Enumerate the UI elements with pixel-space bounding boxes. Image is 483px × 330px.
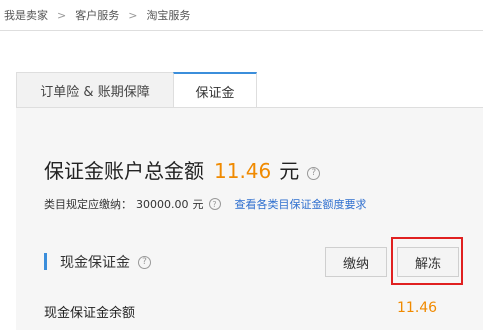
total-amount-unit: 元 — [279, 159, 300, 183]
question-circle-icon[interactable]: ? — [138, 255, 151, 269]
thaw-button[interactable]: 解冻 — [397, 247, 459, 277]
pay-button[interactable]: 缴纳 — [325, 247, 387, 277]
tab-order-insurance[interactable]: 订单险 & 账期保障 — [16, 72, 174, 108]
cash-deposit-section-title: 现金保证金 ? — [60, 252, 151, 272]
tab-bar: 订单险 & 账期保障 保证金 — [16, 72, 483, 109]
breadcrumb-separator: > — [128, 8, 138, 22]
category-requirement-link[interactable]: 查看各类目保证金额度要求 — [235, 196, 367, 212]
cash-balance-label: 现金保证金余额 — [44, 306, 136, 321]
breadcrumb-item-customer-service[interactable]: 客户服务 — [75, 7, 119, 23]
breadcrumb-item-taobao-service[interactable]: 淘宝服务 — [146, 7, 190, 23]
question-circle-icon[interactable]: ? — [208, 198, 221, 210]
question-circle-icon[interactable]: ? — [307, 166, 321, 180]
header-divider — [0, 30, 483, 31]
total-amount-value: 11.46 — [214, 159, 272, 183]
requirement-row: 类目规定应缴纳： 30000.00 元 ? 查看各类目保证金额度要求 — [44, 196, 367, 212]
requirement-amount: 30000.00 — [136, 197, 189, 211]
breadcrumb: 我是卖家 > 客户服务 > 淘宝服务 — [0, 0, 483, 30]
requirement-unit: 元 — [192, 198, 204, 211]
tab-deposit[interactable]: 保证金 — [173, 72, 257, 109]
breadcrumb-item-seller[interactable]: 我是卖家 — [4, 7, 48, 23]
cash-balance-value: 11.46 — [397, 300, 438, 316]
deposit-panel — [16, 108, 483, 330]
breadcrumb-separator: > — [57, 8, 67, 22]
total-amount-label: 保证金账户总金额 — [44, 159, 204, 183]
total-amount-row: 保证金账户总金额 11.46 元 ? — [44, 155, 321, 184]
cash-deposit-title: 现金保证金 — [60, 255, 130, 271]
requirement-label: 类目规定应缴纳： — [44, 198, 132, 211]
section-accent-bar — [44, 253, 47, 270]
